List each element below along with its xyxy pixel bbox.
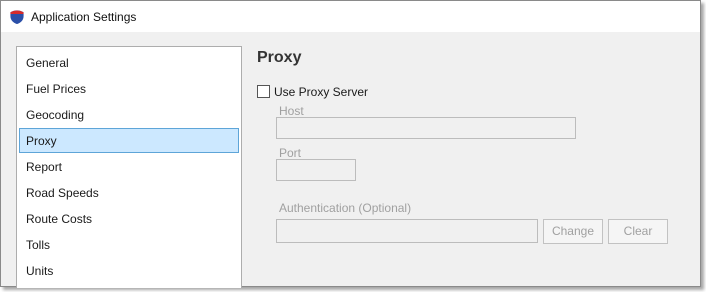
authentication-field[interactable] — [276, 219, 538, 243]
authentication-label: Authentication (Optional) — [279, 201, 412, 215]
host-field[interactable] — [276, 117, 576, 139]
use-proxy-label[interactable]: Use Proxy Server — [274, 85, 368, 99]
sidebar-item-general[interactable]: General — [19, 50, 239, 75]
sidebar-item-units[interactable]: Units — [19, 258, 239, 283]
window-title: Application Settings — [31, 10, 137, 24]
clear-button[interactable]: Clear — [608, 219, 668, 244]
sidebar-item-report[interactable]: Report — [19, 154, 239, 179]
sidebar-item-road-speeds[interactable]: Road Speeds — [19, 180, 239, 205]
port-label: Port — [279, 146, 302, 160]
sidebar-item-proxy[interactable]: Proxy — [19, 128, 239, 153]
host-label: Host — [279, 104, 304, 118]
use-proxy-checkbox[interactable] — [257, 85, 270, 98]
interstate-shield-icon — [9, 9, 25, 25]
port-field[interactable] — [276, 159, 356, 181]
settings-category-list[interactable]: General Fuel Prices Geocoding Proxy Repo… — [16, 46, 242, 288]
panel-title: Proxy — [257, 49, 302, 66]
title-bar[interactable]: Application Settings — [1, 1, 700, 32]
sidebar-item-fuel-prices[interactable]: Fuel Prices — [19, 76, 239, 101]
settings-window: Application Settings General Fuel Prices… — [0, 0, 701, 288]
sidebar-item-tolls[interactable]: Tolls — [19, 232, 239, 257]
sidebar-item-geocoding[interactable]: Geocoding — [19, 102, 239, 127]
change-button[interactable]: Change — [543, 219, 603, 244]
sidebar-item-route-costs[interactable]: Route Costs — [19, 206, 239, 231]
